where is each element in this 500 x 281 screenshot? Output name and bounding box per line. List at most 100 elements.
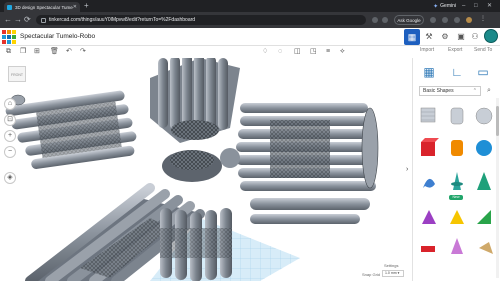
- shape-sphere[interactable]: [476, 140, 492, 156]
- fit-view-icon[interactable]: ⊡: [4, 114, 16, 126]
- logo-tile: [2, 30, 7, 35]
- bookmark-star-icon[interactable]: [372, 17, 378, 23]
- maximize-button[interactable]: □: [474, 1, 478, 11]
- user-avatar[interactable]: [484, 29, 498, 43]
- logo-tile: [11, 34, 16, 40]
- browser-tab-strip: 3D design Spectacular Tumelo- ✕ + ✦ Gemin…: [0, 0, 500, 12]
- shape-library-value: Basic Shapes: [423, 88, 454, 94]
- chevron-down-icon: ⌃: [472, 88, 477, 94]
- 3d-view-button[interactable]: ▦: [404, 29, 420, 45]
- back-icon[interactable]: ←: [4, 15, 12, 25]
- shape-box-hole[interactable]: [420, 107, 436, 123]
- send-to-button[interactable]: Send To: [474, 47, 492, 53]
- undo-icon[interactable]: ↶: [66, 47, 72, 57]
- logo-tile: [6, 34, 12, 40]
- minimize-button[interactable]: –: [462, 1, 465, 11]
- extensions-puzzle-icon[interactable]: [430, 17, 436, 23]
- browser-menu-icon[interactable]: ⋮: [480, 15, 486, 22]
- shape-box[interactable]: [421, 138, 439, 156]
- logo-tile: [2, 34, 7, 40]
- snap-grid-select[interactable]: 1.0 mm ▾: [382, 270, 404, 277]
- shape-library-select[interactable]: Basic Shapes ⌃: [419, 86, 481, 96]
- shape-grid: [420, 107, 493, 254]
- new-badge: New: [449, 195, 463, 200]
- browser-tab[interactable]: 3D design Spectacular Tumelo- ✕: [4, 2, 80, 12]
- shape-scribble[interactable]: [423, 178, 435, 188]
- reload-icon[interactable]: ⟳: [24, 15, 31, 25]
- tab-title: 3D design Spectacular Tumelo-: [15, 4, 73, 10]
- delete-icon[interactable]: 🗑: [50, 47, 59, 57]
- shape-sphere-hole[interactable]: [475, 107, 493, 125]
- logo-tile: [6, 30, 12, 35]
- ortho-view-icon[interactable]: ◈: [4, 172, 16, 184]
- gemini-button[interactable]: ✦ Gemini: [433, 2, 456, 10]
- logo-tile: [11, 39, 16, 44]
- note-icon[interactable]: ◌: [278, 47, 282, 57]
- shape-half-sphere[interactable]: [421, 246, 435, 252]
- view-cube[interactable]: FRONT: [8, 66, 26, 82]
- simulation-icon[interactable]: ⚙: [440, 32, 450, 42]
- logo-tile: [6, 39, 12, 44]
- shape-paraboloid[interactable]: [451, 238, 463, 254]
- panel-header-labels: Import Export Send To: [412, 46, 500, 58]
- home-view-icon[interactable]: ⌂: [4, 98, 16, 110]
- shape-wedge[interactable]: [477, 210, 491, 224]
- shape-text[interactable]: [451, 172, 463, 190]
- snap-grid-label: Snap Grid: [362, 272, 381, 277]
- browser-toolbar: ← → ⟳ tinkercad.com/things/auuY0lMpvw8/e…: [0, 12, 500, 28]
- redo-icon[interactable]: ↷: [80, 47, 86, 57]
- ask-google-button[interactable]: Ask Google: [394, 15, 424, 25]
- shape-roof[interactable]: [477, 172, 491, 190]
- duplicate-icon[interactable]: ⊞: [34, 47, 40, 57]
- copy-icon[interactable]: ⧉: [6, 47, 11, 57]
- shape-pyramid-purple[interactable]: [422, 210, 436, 224]
- zoom-in-icon[interactable]: +: [4, 130, 16, 142]
- group-icon[interactable]: ◫: [294, 47, 301, 57]
- gemini-label: Gemini: [440, 3, 456, 9]
- workplane-viewport[interactable]: FRONT ⌂ ⊡ + − ◈ › Settings Snap Grid 1.0…: [0, 58, 412, 281]
- bricks-icon[interactable]: ▣: [456, 32, 466, 42]
- design-title[interactable]: Spectacular Tumelo-Robo: [20, 33, 95, 40]
- close-tab-icon[interactable]: ✕: [73, 4, 77, 10]
- settings-link[interactable]: Settings: [384, 263, 398, 268]
- collapse-panel-icon[interactable]: ›: [406, 166, 408, 173]
- 3d-model-render[interactable]: [0, 58, 412, 281]
- zoom-out-icon[interactable]: −: [4, 146, 16, 158]
- notes-icon[interactable]: ▭: [475, 64, 491, 80]
- import-button[interactable]: Import: [420, 47, 434, 53]
- shape-torus[interactable]: [479, 242, 493, 254]
- sidebar-icon[interactable]: [454, 17, 460, 23]
- tinkercad-logo[interactable]: [2, 30, 16, 44]
- logo-tile: [2, 39, 7, 44]
- tinkercad-favicon: [7, 4, 12, 10]
- gemini-icon: ✦: [433, 3, 439, 10]
- align-icon[interactable]: ≡: [326, 47, 330, 57]
- search-icon[interactable]: ⌕: [487, 87, 491, 95]
- paste-icon[interactable]: ❐: [20, 47, 26, 57]
- shapes-panel: ▦ ∟ ▭ Basic Shapes ⌃ ⌕ New: [412, 58, 500, 281]
- new-tab-button[interactable]: +: [84, 1, 89, 11]
- site-info-icon[interactable]: [41, 17, 46, 23]
- ungroup-icon[interactable]: ◳: [310, 47, 317, 57]
- shape-pyramid[interactable]: [450, 210, 464, 224]
- export-button[interactable]: Export: [448, 47, 462, 53]
- mirror-icon[interactable]: ⟡: [340, 47, 345, 57]
- url-text: tinkercad.com/things/auuY0lMpvw8/edit?re…: [49, 17, 196, 23]
- panel-scroll-thumb[interactable]: [496, 106, 499, 136]
- extension-icon[interactable]: [382, 17, 388, 23]
- close-window-button[interactable]: ✕: [487, 1, 492, 11]
- light-bulb-icon[interactable]: ♢: [262, 47, 268, 57]
- download-icon[interactable]: [442, 17, 448, 23]
- address-bar[interactable]: tinkercad.com/things/auuY0lMpvw8/edit?re…: [36, 15, 366, 25]
- workplane-icon[interactable]: ▦: [421, 64, 437, 80]
- ruler-icon[interactable]: ∟: [449, 64, 465, 80]
- shape-cylinder[interactable]: [451, 140, 463, 156]
- shape-cylinder-hole[interactable]: [450, 107, 464, 125]
- forward-icon[interactable]: →: [14, 15, 22, 25]
- pickaxe-icon[interactable]: ⚒: [424, 32, 434, 42]
- app-header: Spectacular Tumelo-Robo ▦ ⚒ ⚙ ▣ ⚇: [0, 28, 500, 46]
- logo-tile: [11, 30, 16, 35]
- profile-avatar[interactable]: [466, 17, 472, 23]
- add-user-icon[interactable]: ⚇: [470, 32, 480, 42]
- edit-toolbar: ⧉ ❐ ⊞ 🗑 ↶ ↷ ♢ ◌ ◫ ◳ ≡ ⟡: [0, 46, 412, 58]
